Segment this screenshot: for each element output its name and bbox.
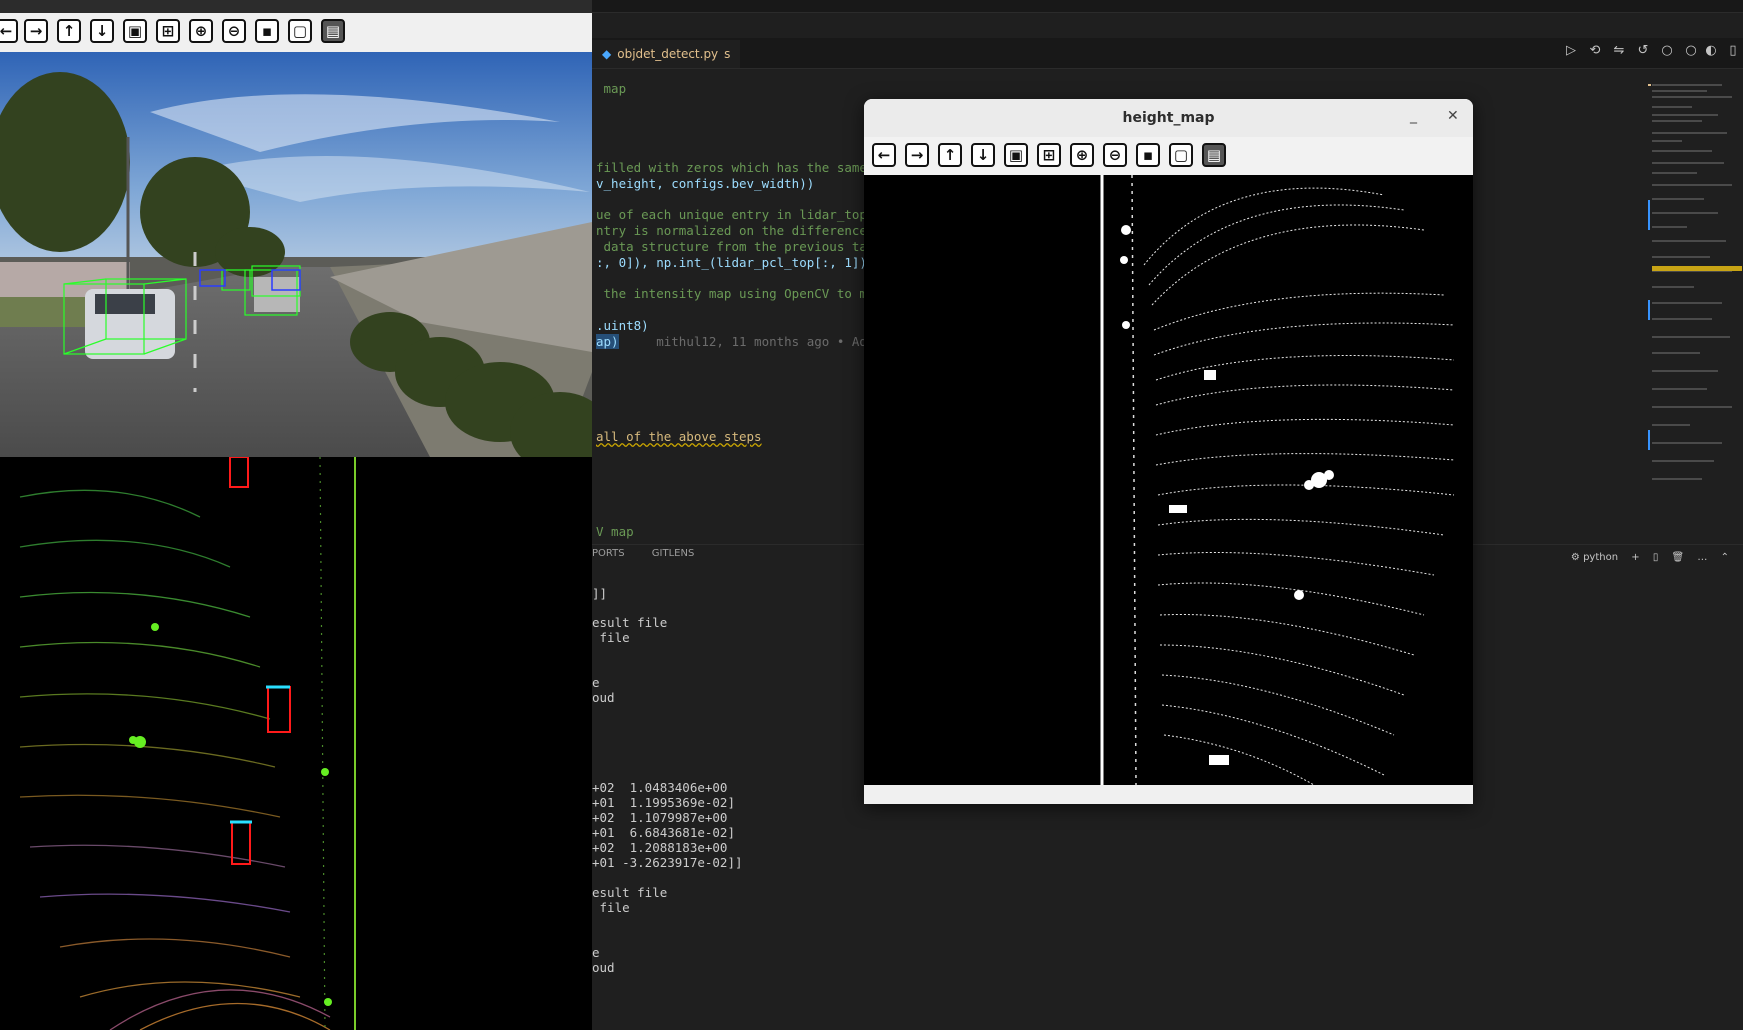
toggle-blame-icon[interactable]: ◐: [1704, 44, 1718, 58]
image-icon[interactable]: ▣: [123, 19, 147, 43]
height-map-image: [864, 174, 1473, 786]
terminal-line: +02 1.1079987e+00: [592, 810, 728, 825]
figure-toolbar: ← → ↑ ↓ ▣ ⊞ ⊕ ⊖ ▪ ▢ ▤: [0, 13, 592, 52]
terminal-line: +02 1.0483406e+00: [592, 780, 728, 795]
terminal-line: e: [592, 675, 600, 690]
code-text: .uint8): [596, 318, 649, 333]
height-map-title: height_map: [1122, 110, 1215, 126]
terminal-line: +01 1.1995369e-02]: [592, 795, 735, 810]
terminal-toolbar: ⚙ python + ▯ 🗑 … ⌃: [1571, 552, 1729, 563]
split-editor-icon[interactable]: ▯: [1726, 44, 1740, 58]
code-text: v_height, configs.bev_width)): [596, 176, 815, 191]
terminal-line: file: [592, 630, 630, 645]
zoom-out-icon[interactable]: ⊖: [222, 19, 246, 43]
code-text: ntry is normalized on the difference be: [596, 223, 890, 238]
code-text: the intensity map using OpenCV to make: [596, 286, 890, 301]
git-blame-annotation: mithul12, 11 months ago • Add: [656, 334, 875, 349]
code-line: ntry is normalized on the difference be: [596, 223, 890, 239]
code-line: V map: [596, 524, 634, 540]
code-text: ap): [596, 334, 619, 349]
terminal-line: oud: [592, 690, 615, 705]
minimize-icon[interactable]: _: [1410, 108, 1417, 124]
code-text: map: [596, 81, 627, 96]
camera-image: [0, 52, 592, 457]
terminal-line: +01 -3.2623917e-02]]: [592, 855, 743, 870]
forward-icon[interactable]: →: [905, 143, 929, 167]
bev-lidar-view: [0, 457, 592, 1030]
terminal-line: esult file: [592, 615, 668, 630]
python-file-icon: ◆: [602, 47, 612, 61]
new-terminal-icon[interactable]: +: [1631, 552, 1639, 563]
trash-icon[interactable]: 🗑: [1672, 552, 1685, 563]
clipboard-icon[interactable]: ▢: [288, 19, 312, 43]
revert-icon[interactable]: ↺: [1636, 44, 1650, 58]
back-icon[interactable]: ←: [0, 19, 18, 43]
close-icon[interactable]: ✕: [1447, 108, 1459, 124]
editor-tab-objdet-detect[interactable]: ◆ objdet_detect.py s: [592, 40, 741, 68]
height-map-window: height_map _ ✕ ← → ↑ ↓ ▣ ⊞ ⊕ ⊖ ▪ ▢ ▤: [864, 99, 1473, 804]
pan-down-icon[interactable]: ↓: [90, 19, 114, 43]
code-line: the intensity map using OpenCV to make: [596, 286, 890, 302]
height-map-toolbar: ← → ↑ ↓ ▣ ⊞ ⊕ ⊖ ▪ ▢ ▤: [864, 137, 1473, 175]
zoom-out-icon[interactable]: ⊖: [1103, 143, 1127, 167]
zoom-box-icon[interactable]: ⊞: [156, 19, 180, 43]
code-line: data structure from the previous task: [596, 239, 882, 255]
pan-down-icon[interactable]: ↓: [971, 143, 995, 167]
code-line: .uint8): [596, 318, 649, 334]
more-actions-icon[interactable]: …: [1697, 552, 1707, 563]
save-icon[interactable]: ▪: [255, 19, 279, 43]
terminal-line: oud: [592, 960, 615, 975]
terminal-line: file: [592, 900, 630, 915]
code-line: filled with zeros which has the same di: [596, 160, 890, 176]
editor-tab-label: objdet_detect.py: [617, 47, 719, 61]
code-text: data structure from the previous task: [596, 239, 882, 254]
clipboard-icon[interactable]: ▢: [1169, 143, 1193, 167]
history-icon[interactable]: ⟲: [1588, 44, 1602, 58]
properties-icon[interactable]: ▤: [321, 19, 345, 43]
terminal-line: +02 1.2088183e+00: [592, 840, 728, 855]
zoom-box-icon[interactable]: ⊞: [1037, 143, 1061, 167]
previous-change-icon[interactable]: ○: [1660, 44, 1674, 58]
terminal-line: esult file: [592, 885, 668, 900]
detection-figure-window: ← → ↑ ↓ ▣ ⊞ ⊕ ⊖ ▪ ▢ ▤: [0, 0, 592, 1030]
save-icon[interactable]: ▪: [1136, 143, 1160, 167]
code-line: ap) mithul12, 11 months ago • Add: [596, 334, 874, 350]
code-line: all of the above steps: [596, 429, 762, 445]
code-text: :, 0]), np.int_(lidar_pcl_top[:, 1])] =: [596, 255, 890, 270]
panel-tab-ports[interactable]: PORTS: [592, 548, 625, 559]
properties-icon[interactable]: ▤: [1202, 143, 1226, 167]
code-text: all of the above steps: [596, 429, 762, 444]
panel-tabs: PORTS GITLENS: [592, 548, 718, 568]
terminal-line: ]]: [592, 586, 608, 601]
zoom-in-icon[interactable]: ⊕: [1070, 143, 1094, 167]
compare-icon[interactable]: ⇋: [1612, 44, 1626, 58]
code-text: V map: [596, 524, 634, 539]
panel-tab-gitlens[interactable]: GITLENS: [652, 548, 695, 559]
image-icon[interactable]: ▣: [1004, 143, 1028, 167]
code-line: ue of each unique entry in lidar_top_pc: [596, 207, 890, 223]
figure-titlebar: [0, 0, 592, 13]
code-line: :, 0]), np.int_(lidar_pcl_top[:, 1])] =: [596, 255, 890, 271]
terminal-line: e: [592, 945, 600, 960]
height-map-statusbar: [864, 785, 1473, 804]
split-terminal-icon[interactable]: ▯: [1653, 552, 1659, 563]
pan-up-icon[interactable]: ↑: [938, 143, 962, 167]
code-text: filled with zeros which has the same di: [596, 160, 890, 175]
pan-up-icon[interactable]: ↑: [57, 19, 81, 43]
code-line: map: [596, 81, 627, 97]
next-change-icon[interactable]: ○: [1684, 44, 1698, 58]
run-icon[interactable]: ▷: [1564, 44, 1578, 58]
code-text: ue of each unique entry in lidar_top_pc: [596, 207, 890, 222]
code-line: v_height, configs.bev_width)): [596, 176, 814, 192]
chevron-up-icon[interactable]: ⌃: [1721, 552, 1729, 563]
terminal-line: +01 6.6843681e-02]: [592, 825, 735, 840]
back-icon[interactable]: ←: [872, 143, 896, 167]
editor-minimap[interactable]: [1648, 80, 1743, 510]
editor-tab-modified-flag: s: [724, 47, 731, 61]
editor-titlebar: [592, 0, 1743, 13]
terminal-shell-icon: ⚙: [1570, 552, 1580, 563]
terminal-name[interactable]: python: [1583, 552, 1618, 563]
forward-icon[interactable]: →: [24, 19, 48, 43]
zoom-in-icon[interactable]: ⊕: [189, 19, 213, 43]
